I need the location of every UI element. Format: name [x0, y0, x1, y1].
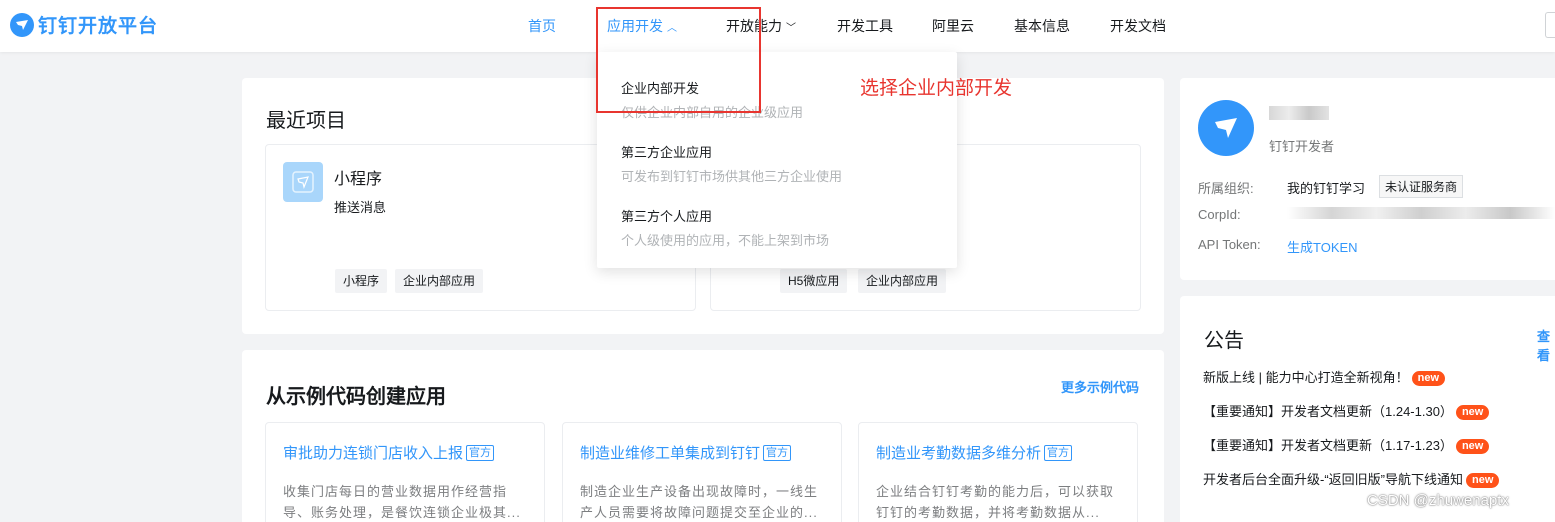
api-token-label: API Token:: [1198, 237, 1261, 252]
project-tag: 小程序: [335, 269, 388, 293]
new-badge: new: [1455, 439, 1490, 454]
avatar: [1198, 100, 1254, 156]
notice-item[interactable]: 【重要通知】开发者文档更新（1.24-1.30） new: [1203, 401, 1490, 420]
examples-card: 从示例代码创建应用 更多示例代码 审批助力连锁门店收入上报 官方 收集门店每日的营…: [242, 350, 1164, 522]
menu-item-third-party-enterprise[interactable]: 第三方企业应用 可发布到钉钉市场供其他三方企业使用: [621, 142, 842, 185]
header-search-edge[interactable]: [1545, 12, 1555, 38]
mini-program-icon: [283, 162, 323, 202]
official-badge: 官方: [466, 445, 495, 461]
org-label: 所属组织:: [1198, 181, 1254, 196]
menu-item-desc: 可发布到钉钉市场供其他三方企业使用: [621, 169, 843, 184]
example-name-text: 制造业维修工单集成到钉钉: [580, 445, 761, 462]
notice-text: 新版上线 | 能力中心打造全新视角！: [1203, 370, 1409, 385]
user-role: 钉钉开发者: [1269, 139, 1335, 154]
nav-basic-info[interactable]: 基本信息: [1014, 0, 1070, 52]
nav-dev-docs[interactable]: 开发文档: [1110, 0, 1166, 52]
example-desc: 收集门店每日的营业数据用作经营指导、账务处理，是餐饮连锁企业极其...: [283, 484, 521, 520]
blurred-username: [1269, 106, 1329, 120]
top-header: 钉钉开放平台 首页 应用开发 ︿ 开放能力 ﹀ 开发工具 阿里云 基本信息 开发文档: [0, 0, 1555, 52]
project-tag: H5微应用: [780, 269, 848, 293]
watermark: CSDN @zhuwenaptx: [1367, 492, 1509, 509]
annotation-text: 选择企业内部开发: [860, 78, 1013, 99]
logo-text: 钉钉开放平台: [38, 16, 159, 37]
notice-title: 公告: [1204, 330, 1244, 352]
new-badge: new: [1466, 473, 1500, 488]
new-badge: new: [1411, 371, 1446, 386]
notice-item[interactable]: 开发者后台全面升级-“返回旧版”导航下线通知 new: [1203, 469, 1500, 488]
highlight-box: [596, 7, 761, 113]
recent-projects-title: 最近项目: [266, 110, 346, 132]
notice-item[interactable]: 新版上线 | 能力中心打造全新视角！ new: [1203, 367, 1446, 386]
notice-more-link[interactable]: 查看: [1537, 326, 1555, 364]
example-card[interactable]: 审批助力连锁门店收入上报 官方 收集门店每日的营业数据用作经营指导、账务处理，是餐…: [265, 422, 545, 522]
example-name: 制造业维修工单集成到钉钉 官方: [580, 442, 792, 463]
nav-aliyun-label: 阿里云: [932, 18, 974, 34]
dingtalk-logo-icon: [10, 12, 34, 37]
notice-text: 【重要通知】开发者文档更新（1.24-1.30）: [1203, 404, 1453, 419]
nav-dev-tools-label: 开发工具: [837, 18, 893, 34]
nav-home-label: 首页: [528, 18, 556, 34]
corp-id-label: CorpId:: [1198, 207, 1241, 222]
project-name: 小程序: [334, 171, 383, 188]
notice-item[interactable]: 【重要通知】开发者文档更新（1.17-1.23） new: [1203, 435, 1490, 454]
official-badge: 官方: [763, 445, 792, 461]
blurred-corp-id: [1287, 207, 1555, 219]
chevron-down-icon: ﹀: [786, 22, 796, 34]
project-tag: 企业内部应用: [395, 269, 484, 293]
example-desc: 制造企业生产设备出现故障时，一线生产人员需要将故障问题提交至企业的...: [580, 484, 819, 520]
logo[interactable]: 钉钉开放平台: [10, 11, 158, 38]
nav-home[interactable]: 首页: [528, 0, 556, 52]
project-tag: 企业内部应用: [858, 269, 947, 293]
generate-token-link[interactable]: 生成TOKEN: [1287, 237, 1358, 256]
nav-basic-info-label: 基本信息: [1014, 18, 1070, 34]
menu-item-desc: 个人级使用的应用，不能上架到市场: [621, 233, 830, 248]
example-name: 审批助力连锁门店收入上报 官方: [283, 442, 495, 463]
example-name-text: 制造业考勤数据多维分析: [876, 445, 1042, 462]
more-examples-link[interactable]: 更多示例代码: [1061, 377, 1139, 396]
menu-item-title: 第三方企业应用: [621, 145, 713, 160]
nav-dev-tools[interactable]: 开发工具: [837, 0, 893, 52]
example-desc: 企业结合钉钉考勤的能力后，可以获取钉钉的考勤数据，并将考勤数据从...: [876, 484, 1115, 520]
notice-card: 公告 查看 新版上线 | 能力中心打造全新视角！ new 【重要通知】开发者文档更…: [1180, 296, 1555, 522]
nav-dev-docs-label: 开发文档: [1110, 18, 1166, 34]
official-badge: 官方: [1044, 445, 1073, 461]
example-name-text: 审批助力连锁门店收入上报: [283, 445, 464, 462]
example-card[interactable]: 制造业维修工单集成到钉钉 官方 制造企业生产设备出现故障时，一线生产人员需要将故障…: [562, 422, 842, 522]
menu-item-title: 第三方个人应用: [621, 209, 713, 224]
example-card[interactable]: 制造业考勤数据多维分析 官方 企业结合钉钉考勤的能力后，可以获取钉钉的考勤数据，并…: [858, 422, 1138, 522]
nav-aliyun[interactable]: 阿里云: [932, 0, 974, 52]
unverified-badge: 未认证服务商: [1379, 175, 1464, 198]
new-badge: new: [1455, 405, 1490, 420]
profile-card: 钉钉开发者 所属组织: 我的钉钉学习 未认证服务商 CorpId: API To…: [1180, 78, 1555, 280]
notice-text: 【重要通知】开发者文档更新（1.17-1.23）: [1203, 438, 1453, 453]
project-desc: 推送消息: [334, 200, 387, 215]
org-value: 我的钉钉学习: [1287, 181, 1366, 196]
menu-item-third-party-personal[interactable]: 第三方个人应用 个人级使用的应用，不能上架到市场: [621, 206, 829, 249]
notice-text: 开发者后台全面升级-“返回旧版”导航下线通知: [1203, 472, 1463, 487]
examples-title: 从示例代码创建应用: [266, 386, 446, 408]
example-name: 制造业考勤数据多维分析 官方: [876, 442, 1073, 463]
